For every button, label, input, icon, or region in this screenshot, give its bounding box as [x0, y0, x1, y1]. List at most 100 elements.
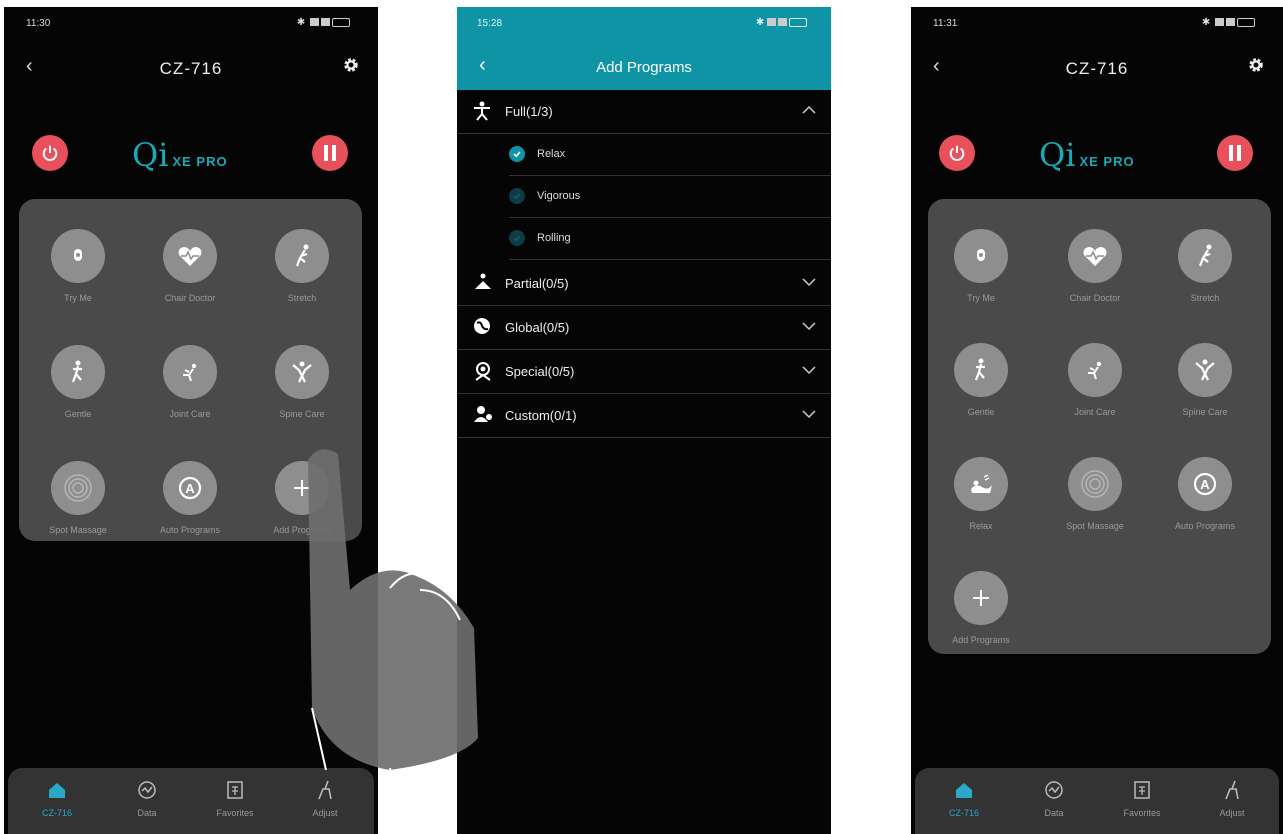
status-bar: 11:30 ✱: [4, 7, 378, 45]
category-global[interactable]: Global(0/5): [457, 306, 831, 350]
page-title: CZ-716: [1065, 59, 1129, 78]
program-tile[interactable]: Spot Massage: [23, 461, 133, 561]
stretch-icon: [275, 229, 329, 283]
status-time: 11:30: [26, 18, 51, 29]
nav-item[interactable]: Adjust: [290, 778, 360, 818]
brand-logo: Qi XE PRO: [132, 136, 228, 174]
auto-icon: A: [163, 461, 217, 515]
nav-item[interactable]: CZ-716: [22, 778, 92, 818]
pause-icon: [1229, 145, 1241, 161]
category-special[interactable]: Special(0/5): [457, 350, 831, 394]
heart-icon: [163, 229, 217, 283]
program-tile[interactable]: Stretch: [1150, 229, 1260, 329]
program-tile[interactable]: Gentle: [23, 345, 133, 445]
nav-item[interactable]: Favorites: [1107, 778, 1177, 818]
nav-item[interactable]: CZ-716: [929, 778, 999, 818]
page-title: Add Programs: [596, 59, 692, 76]
screen-add-programs: 15:28 ✱ ‹ Add Programs Full(1/3) Relax V…: [457, 7, 831, 834]
program-tile-label: Try Me: [967, 293, 995, 303]
gentle-icon: [51, 345, 105, 399]
option-label: Vigorous: [537, 190, 581, 202]
program-tile[interactable]: Spine Care: [247, 345, 357, 445]
program-tile-label: Chair Doctor: [164, 293, 216, 303]
program-tile[interactable]: Add Programs: [926, 571, 1036, 671]
heart-icon: [1068, 229, 1122, 283]
program-option-relax[interactable]: Relax: [509, 134, 831, 176]
power-icon: [42, 145, 58, 161]
status-bar: 11:31 ✱: [911, 7, 1283, 45]
pause-button[interactable]: [312, 135, 348, 171]
chevron-up-icon: [801, 102, 817, 123]
checked-icon: [509, 146, 525, 162]
category-custom[interactable]: Custom(0/1): [457, 394, 831, 438]
unchecked-icon: [509, 188, 525, 204]
spine-icon: [1178, 343, 1232, 397]
chevron-down-icon: [801, 274, 817, 295]
gear-icon[interactable]: [342, 56, 360, 79]
gear-icon[interactable]: [1247, 56, 1265, 79]
power-icon: [949, 145, 965, 161]
program-tile-label: Add Programs: [952, 635, 1010, 645]
adjust-icon: [290, 778, 360, 802]
svg-text:A: A: [1200, 477, 1210, 492]
auto-icon: A: [1178, 457, 1232, 511]
program-tile[interactable]: Stretch: [247, 229, 357, 329]
nav-item[interactable]: Data: [1019, 778, 1089, 818]
custom-icon: [473, 405, 493, 428]
category-label: Special(0/5): [505, 364, 575, 379]
joint-icon: [163, 345, 217, 399]
screen-home-before: 11:30 ✱ ‹ CZ-716 Qi XE PRO Try Me Chair Do…: [4, 7, 378, 834]
program-tile[interactable]: A Auto Programs: [135, 461, 245, 561]
favorites-icon: [200, 778, 270, 802]
status-time: 15:28: [477, 18, 503, 29]
gentle-icon: [954, 343, 1008, 397]
home-icon: [929, 778, 999, 802]
program-tile[interactable]: Chair Doctor: [135, 229, 245, 329]
chevron-down-icon: [801, 362, 817, 383]
pause-icon: [324, 145, 336, 161]
program-tile[interactable]: Spine Care: [1150, 343, 1260, 443]
program-tile-label: Joint Care: [169, 409, 211, 419]
nav-item-label: Adjust: [312, 808, 338, 818]
program-tile[interactable]: Try Me: [23, 229, 133, 329]
program-tile[interactable]: Add Programs: [247, 461, 357, 561]
power-button[interactable]: [32, 135, 68, 171]
nav-item-label: Adjust: [1219, 808, 1245, 818]
program-option-rolling[interactable]: Rolling: [509, 218, 831, 260]
program-tile-label: Spot Massage: [49, 525, 107, 535]
program-tile[interactable]: A Auto Programs: [1150, 457, 1260, 557]
category-partial[interactable]: Partial(0/5): [457, 262, 831, 306]
program-tile-label: Chair Doctor: [1069, 293, 1121, 303]
program-tile[interactable]: Joint Care: [1040, 343, 1150, 443]
category-label: Custom(0/1): [505, 408, 577, 423]
pause-button[interactable]: [1217, 135, 1253, 171]
nav-item[interactable]: Data: [112, 778, 182, 818]
program-tile[interactable]: Relax: [926, 457, 1036, 557]
program-tile[interactable]: Joint Care: [135, 345, 245, 445]
logo-row: Qi XE PRO: [4, 135, 378, 187]
nav-item-label: Favorites: [1123, 808, 1161, 818]
title-bar: ‹ CZ-716: [911, 45, 1283, 93]
category-full[interactable]: Full(1/3): [457, 90, 831, 134]
title-bar: ‹ CZ-716: [4, 45, 378, 93]
spot-icon: [1068, 457, 1122, 511]
program-tile[interactable]: Spot Massage: [1040, 457, 1150, 557]
nav-item[interactable]: Favorites: [200, 778, 270, 818]
hand-icon: [954, 229, 1008, 283]
program-tile[interactable]: Chair Doctor: [1040, 229, 1150, 329]
nav-item[interactable]: Adjust: [1197, 778, 1267, 818]
program-option-vigorous[interactable]: Vigorous: [509, 176, 831, 218]
status-icons: ✱: [297, 17, 350, 28]
power-button[interactable]: [939, 135, 975, 171]
program-tile[interactable]: Try Me: [926, 229, 1036, 329]
globe-icon: [473, 317, 491, 340]
partial-icon: [473, 273, 493, 296]
program-tile[interactable]: Gentle: [926, 343, 1036, 443]
spine-icon: [275, 345, 329, 399]
program-tile-label: Stretch: [1190, 293, 1220, 303]
chevron-down-icon: [801, 406, 817, 427]
option-label: Relax: [537, 148, 566, 160]
program-tile-label: Gentle: [967, 407, 995, 417]
programs-panel: Try Me Chair Doctor Stretch Gentle Joint Car…: [928, 199, 1271, 654]
program-tile-label: Gentle: [64, 409, 92, 419]
